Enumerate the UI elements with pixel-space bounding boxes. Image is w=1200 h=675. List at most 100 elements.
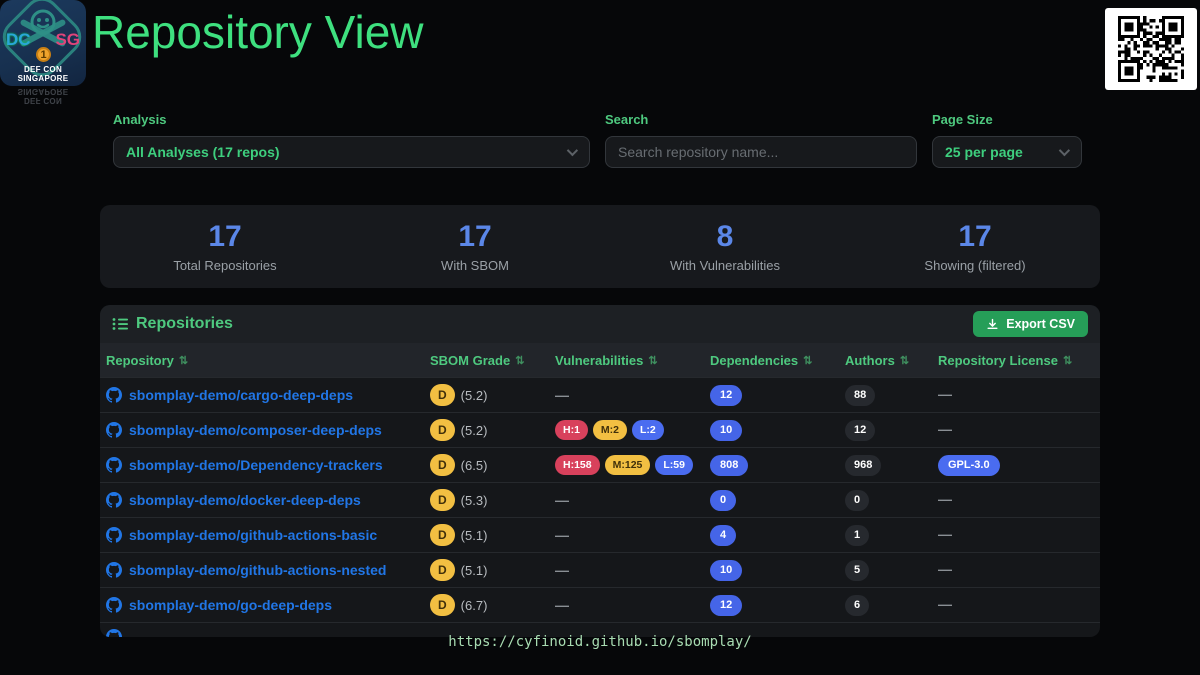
logo-dc-text: DC [6,30,31,50]
column-header-authors[interactable]: Authors ⇅ [845,353,938,368]
stat-with-sbom: 17 With SBOM [350,220,600,273]
search-input[interactable] [618,144,904,160]
search-filter-group: Search [605,112,917,168]
repositories-card: Repositories Export CSV Repository ⇅ SBO… [100,305,1100,637]
page-size-selected-value: 25 per page [945,144,1023,160]
analysis-select[interactable]: All Analyses (17 repos) [113,136,590,168]
logo-reflection: DEF CON SINGAPORE [0,87,86,105]
column-label: SBOM Grade [430,353,510,368]
chevron-down-icon [567,145,578,156]
column-header-repository-license[interactable]: Repository License ⇅ [938,353,1090,368]
github-icon [106,527,122,543]
column-label: Authors [845,353,895,368]
github-icon [106,422,122,438]
authors-cell: 5 [845,560,938,581]
medium-vuln-badge: M:125 [605,455,651,476]
table-row: sbomplay-demo/go-deep-deps D (6.7) — 12 … [100,587,1100,622]
table-row: sbomplay-demo/cargo-deep-deps D (5.2) — … [100,377,1100,412]
dependencies-cell: 10 [710,420,845,441]
authors-cell: 12 [845,420,938,441]
logo-number: 1 [36,47,51,62]
column-label: Dependencies [710,353,798,368]
repo-name: sbomplay-demo/docker-deep-deps [129,492,361,508]
repo-name: sbomplay-demo/github-actions-basic [129,527,377,543]
repo-link[interactable]: sbomplay-demo/docker-deep-deps [106,492,430,508]
column-header-dependencies[interactable]: Dependencies ⇅ [710,353,845,368]
grade-score: (5.3) [461,493,488,508]
dependencies-cell: 808 [710,455,845,476]
page-size-label: Page Size [932,112,1082,127]
dependencies-badge: 0 [710,490,736,511]
license-cell: GPL-3.0 [938,455,1090,476]
column-label: Vulnerabilities [555,353,643,368]
repo-link[interactable]: sbomplay-demo/github-actions-nested [106,562,430,578]
column-header-repository[interactable]: Repository ⇅ [106,353,430,368]
stat-label: Total Repositories [100,258,350,273]
column-header-sbom-grade[interactable]: SBOM Grade ⇅ [430,353,555,368]
repositories-title-text: Repositories [136,315,233,333]
vulnerabilities-cell: — [555,387,710,403]
high-vuln-badge: H:1 [555,420,588,441]
table-row: sbomplay-demo/github-actions-basic D (5.… [100,517,1100,552]
dependencies-badge: 808 [710,455,748,476]
stat-with-vulnerabilities: 8 With Vulnerabilities [600,220,850,273]
sbom-grade-cell: D (5.1) [430,559,555,581]
export-csv-button[interactable]: Export CSV [973,311,1088,337]
github-icon [106,387,122,403]
search-box[interactable] [605,136,917,168]
skull-smiley-icon [29,8,57,36]
page-size-filter-group: Page Size 25 per page [932,112,1082,168]
sbom-grade-cell: D (6.5) [430,454,555,476]
page-size-select[interactable]: 25 per page [932,136,1082,168]
grade-score: (6.5) [461,458,488,473]
stat-label: Showing (filtered) [850,258,1100,273]
repo-link[interactable]: sbomplay-demo/cargo-deep-deps [106,387,430,403]
sort-icon: ⇅ [900,354,909,367]
dependencies-cell: 4 [710,525,845,546]
column-header-vulnerabilities[interactable]: Vulnerabilities ⇅ [555,353,710,368]
sbom-grade-cell: D (5.2) [430,419,555,441]
grade-score: (5.2) [461,388,488,403]
footer-url: https://cyfinoid.github.io/sbomplay/ [0,634,1200,650]
repo-link[interactable]: sbomplay-demo/go-deep-deps [106,597,430,613]
dependencies-badge: 4 [710,525,736,546]
sort-icon: ⇅ [515,354,524,367]
search-label: Search [605,112,917,127]
stat-label: With SBOM [350,258,600,273]
repo-name: sbomplay-demo/github-actions-nested [129,562,386,578]
repo-link[interactable]: sbomplay-demo/Dependency-trackers [106,457,430,473]
repo-link[interactable]: sbomplay-demo/composer-deep-deps [106,422,430,438]
authors-badge: 0 [845,490,869,511]
vulnerabilities-cell: H:1 M:2 L:2 [555,420,710,441]
column-label: Repository License [938,353,1058,368]
logo-caption: DEF CON SINGAPORE [0,65,86,83]
empty-value: — [938,491,952,507]
stat-value: 17 [100,220,350,253]
high-vuln-badge: H:158 [555,455,600,476]
low-vuln-badge: L:2 [632,420,664,441]
dependencies-cell: 12 [710,595,845,616]
sort-icon: ⇅ [179,354,188,367]
stats-card: 17 Total Repositories 17 With SBOM 8 Wit… [100,205,1100,288]
analysis-label: Analysis [113,112,590,127]
repo-name: sbomplay-demo/composer-deep-deps [129,422,382,438]
license-cell: — [938,421,1090,439]
grade-score: (5.1) [461,528,488,543]
repositories-card-header: Repositories Export CSV [100,305,1100,343]
empty-value: — [938,561,952,577]
column-label: Repository [106,353,174,368]
analysis-selected-value: All Analyses (17 repos) [126,144,280,160]
dependencies-badge: 10 [710,420,742,441]
vulnerabilities-cell: — [555,527,710,543]
empty-value: — [555,492,569,508]
github-icon [106,597,122,613]
grade-badge: D [430,524,455,546]
vulnerabilities-cell: H:158 M:125 L:59 [555,455,710,476]
repo-link[interactable]: sbomplay-demo/github-actions-basic [106,527,430,543]
grade-badge: D [430,559,455,581]
repositories-title: Repositories [112,315,233,333]
grade-score: (5.2) [461,423,488,438]
sbom-grade-cell: D (6.7) [430,594,555,616]
authors-cell: 1 [845,525,938,546]
repo-name: sbomplay-demo/Dependency-trackers [129,457,383,473]
